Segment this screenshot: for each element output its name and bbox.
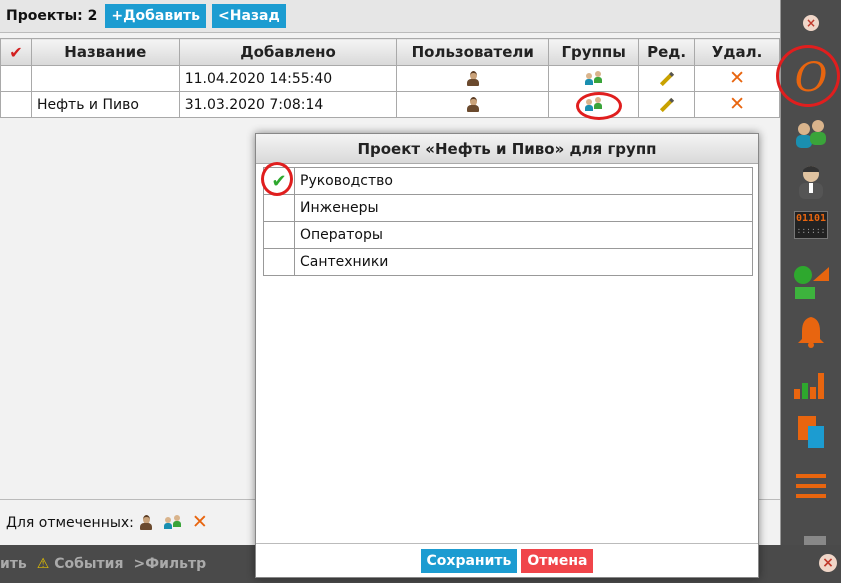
dialog-actions: Сохранить Отмена [256,543,758,577]
users-cell[interactable] [396,65,550,92]
group-checkbox[interactable] [263,221,295,249]
bottom-cut-item[interactable]: ить [0,556,27,572]
group-name: Инженеры [294,194,753,222]
user-icon [799,166,823,199]
sidebar-counter-button[interactable]: 01101 :::::: [781,208,841,242]
logo-o-icon: O [794,55,828,101]
group-checkbox[interactable] [263,194,295,222]
bar-chart-icon [794,373,824,399]
bulk-users-icon[interactable] [139,515,152,530]
group-name: Сантехники [294,248,753,276]
bulk-groups-icon[interactable] [163,515,182,530]
documents-icon [798,416,824,448]
group-icon [584,97,603,112]
user-icon [466,71,479,86]
row-added: 31.03.2020 7:08:14 [178,91,398,118]
group-name: Операторы [294,221,753,249]
groups-list: ✔ Руководство Инженеры Операторы Сантехн… [263,167,753,276]
sidebar-documents-button[interactable] [781,412,841,452]
delete-icon: ✕ [729,93,745,115]
sidebar-shapes-button[interactable] [781,262,841,302]
bulk-delete-icon[interactable]: ✕ [192,513,208,532]
sidebar-users-button[interactable] [781,162,841,202]
toolbar: Проекты: 2 +Добавить <Назад [0,0,780,33]
row-added: 11.04.2020 14:55:40 [178,65,398,92]
row-name [30,65,180,92]
pencil-icon [659,71,674,86]
delete-icon: ✕ [729,67,745,89]
list-item[interactable]: Сантехники [263,248,753,276]
column-edit: Ред. [638,38,696,66]
shapes-icon [794,266,829,299]
row-checkbox[interactable] [0,65,32,92]
bell-icon [798,317,824,348]
sidebar-menu-button[interactable] [781,466,841,506]
close-icon: × [803,15,819,31]
pencil-icon [659,97,674,112]
select-all-checkbox[interactable]: ✔ [0,38,32,66]
table-row: Нефть и Пиво 31.03.2020 7:08:14 ✕ [0,91,780,118]
counter-icon: 01101 :::::: [794,211,828,239]
for-marked-label: Для отмеченных: [6,514,134,531]
projects-count: Проекты: 2 [6,8,98,24]
list-item[interactable]: Операторы [263,221,753,249]
back-button[interactable]: <Назад [212,4,286,28]
group-icon [584,71,603,86]
column-name[interactable]: Название [30,38,180,66]
column-users: Пользователи [396,38,550,66]
add-project-button[interactable]: +Добавить [105,4,207,28]
users-cell[interactable] [396,91,550,118]
groups-cell[interactable] [548,91,640,118]
groups-icon [796,120,826,148]
groups-cell[interactable] [548,65,640,92]
user-icon [466,97,479,112]
events-link[interactable]: ⚠ События [37,556,124,572]
list-item[interactable]: Инженеры [263,194,753,222]
filter-link[interactable]: >Фильтр [133,556,206,572]
group-checkbox[interactable] [263,248,295,276]
group-name: Руководство [294,167,753,195]
menu-icon [796,474,826,498]
edit-cell[interactable] [638,65,696,92]
row-name: Нефть и Пиво [30,91,180,118]
list-item[interactable]: ✔ Руководство [263,167,753,195]
grid-icon [804,536,826,545]
sidebar-chart-button[interactable] [781,364,841,404]
row-checkbox[interactable] [0,91,32,118]
edit-cell[interactable] [638,91,696,118]
sidebar-alarm-button[interactable] [781,312,841,352]
right-sidebar: × O 01101 :::::: [776,0,841,545]
projects-table: ✔ Название Добавлено Пользователи Группы… [0,38,780,118]
sidebar-close-button[interactable]: × [781,12,841,34]
dialog-title: Проект «Нефть и Пиво» для групп [256,134,758,164]
table-header: ✔ Название Добавлено Пользователи Группы… [0,38,780,66]
warning-icon: ⚠ [36,556,50,572]
delete-cell[interactable]: ✕ [694,91,780,118]
delete-cell[interactable]: ✕ [694,65,780,92]
column-delete: Удал. [694,38,780,66]
bottom-close-icon[interactable]: × [819,554,837,572]
group-checkbox[interactable]: ✔ [263,167,295,195]
groups-dialog: Проект «Нефть и Пиво» для групп ✔ Руково… [255,133,759,578]
table-row: 11.04.2020 14:55:40 ✕ [0,65,780,92]
sidebar-partial-icon [781,520,841,545]
cancel-button[interactable]: Отмена [521,548,594,573]
sidebar-groups-button[interactable] [781,116,841,152]
column-groups: Группы [548,38,640,66]
column-added[interactable]: Добавлено [178,38,398,66]
logo-o-button[interactable]: O [781,48,841,108]
save-button[interactable]: Сохранить [420,548,518,573]
